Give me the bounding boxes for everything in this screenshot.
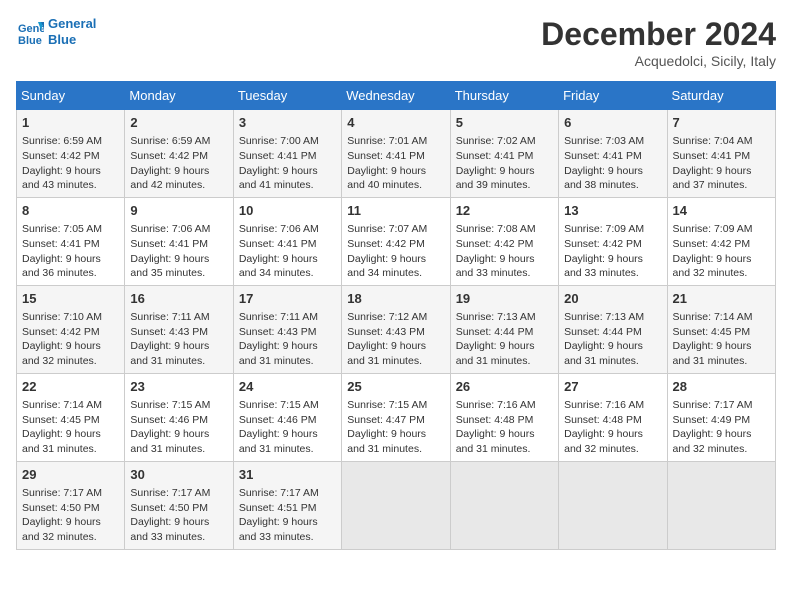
calendar-table: Sunday Monday Tuesday Wednesday Thursday… (16, 81, 776, 550)
table-row (450, 461, 558, 549)
table-row: 1Sunrise: 6:59 AMSunset: 4:42 PMDaylight… (17, 110, 125, 198)
day-number: 18 (347, 290, 444, 308)
day-number: 10 (239, 202, 336, 220)
day-number: 28 (673, 378, 770, 396)
calendar-week-row: 29Sunrise: 7:17 AMSunset: 4:50 PMDayligh… (17, 461, 776, 549)
logo-icon: General Blue (16, 18, 44, 46)
day-number: 25 (347, 378, 444, 396)
svg-text:Blue: Blue (18, 35, 42, 46)
table-row: 25Sunrise: 7:15 AMSunset: 4:47 PMDayligh… (342, 373, 450, 461)
table-row: 14Sunrise: 7:09 AMSunset: 4:42 PMDayligh… (667, 197, 775, 285)
day-number: 19 (456, 290, 553, 308)
table-row: 20Sunrise: 7:13 AMSunset: 4:44 PMDayligh… (559, 285, 667, 373)
day-number: 29 (22, 466, 119, 484)
day-number: 6 (564, 114, 661, 132)
calendar-week-row: 15Sunrise: 7:10 AMSunset: 4:42 PMDayligh… (17, 285, 776, 373)
day-number: 7 (673, 114, 770, 132)
table-row: 13Sunrise: 7:09 AMSunset: 4:42 PMDayligh… (559, 197, 667, 285)
day-number: 23 (130, 378, 227, 396)
day-number: 21 (673, 290, 770, 308)
table-row: 24Sunrise: 7:15 AMSunset: 4:46 PMDayligh… (233, 373, 341, 461)
table-row (667, 461, 775, 549)
day-number: 26 (456, 378, 553, 396)
day-number: 16 (130, 290, 227, 308)
table-row: 17Sunrise: 7:11 AMSunset: 4:43 PMDayligh… (233, 285, 341, 373)
col-friday: Friday (559, 82, 667, 110)
logo: General Blue General Blue (16, 16, 96, 47)
col-wednesday: Wednesday (342, 82, 450, 110)
table-row (559, 461, 667, 549)
day-number: 15 (22, 290, 119, 308)
table-row: 15Sunrise: 7:10 AMSunset: 4:42 PMDayligh… (17, 285, 125, 373)
day-number: 13 (564, 202, 661, 220)
table-row: 7Sunrise: 7:04 AMSunset: 4:41 PMDaylight… (667, 110, 775, 198)
table-row: 19Sunrise: 7:13 AMSunset: 4:44 PMDayligh… (450, 285, 558, 373)
day-number: 30 (130, 466, 227, 484)
table-row (342, 461, 450, 549)
title-block: December 2024 Acquedolci, Sicily, Italy (541, 16, 776, 69)
table-row: 22Sunrise: 7:14 AMSunset: 4:45 PMDayligh… (17, 373, 125, 461)
day-number: 1 (22, 114, 119, 132)
table-row: 16Sunrise: 7:11 AMSunset: 4:43 PMDayligh… (125, 285, 233, 373)
day-number: 27 (564, 378, 661, 396)
location-subtitle: Acquedolci, Sicily, Italy (541, 53, 776, 69)
table-row: 5Sunrise: 7:02 AMSunset: 4:41 PMDaylight… (450, 110, 558, 198)
table-row: 23Sunrise: 7:15 AMSunset: 4:46 PMDayligh… (125, 373, 233, 461)
table-row: 28Sunrise: 7:17 AMSunset: 4:49 PMDayligh… (667, 373, 775, 461)
col-monday: Monday (125, 82, 233, 110)
day-number: 20 (564, 290, 661, 308)
table-row: 18Sunrise: 7:12 AMSunset: 4:43 PMDayligh… (342, 285, 450, 373)
table-row: 4Sunrise: 7:01 AMSunset: 4:41 PMDaylight… (342, 110, 450, 198)
table-row: 30Sunrise: 7:17 AMSunset: 4:50 PMDayligh… (125, 461, 233, 549)
day-number: 17 (239, 290, 336, 308)
calendar-week-row: 1Sunrise: 6:59 AMSunset: 4:42 PMDaylight… (17, 110, 776, 198)
table-row: 12Sunrise: 7:08 AMSunset: 4:42 PMDayligh… (450, 197, 558, 285)
table-row: 9Sunrise: 7:06 AMSunset: 4:41 PMDaylight… (125, 197, 233, 285)
table-row: 6Sunrise: 7:03 AMSunset: 4:41 PMDaylight… (559, 110, 667, 198)
month-title: December 2024 (541, 16, 776, 53)
day-number: 4 (347, 114, 444, 132)
table-row: 31Sunrise: 7:17 AMSunset: 4:51 PMDayligh… (233, 461, 341, 549)
calendar-week-row: 22Sunrise: 7:14 AMSunset: 4:45 PMDayligh… (17, 373, 776, 461)
day-number: 5 (456, 114, 553, 132)
day-number: 14 (673, 202, 770, 220)
day-number: 8 (22, 202, 119, 220)
day-number: 9 (130, 202, 227, 220)
table-row: 21Sunrise: 7:14 AMSunset: 4:45 PMDayligh… (667, 285, 775, 373)
col-tuesday: Tuesday (233, 82, 341, 110)
col-saturday: Saturday (667, 82, 775, 110)
table-row: 10Sunrise: 7:06 AMSunset: 4:41 PMDayligh… (233, 197, 341, 285)
day-number: 22 (22, 378, 119, 396)
day-number: 12 (456, 202, 553, 220)
day-number: 2 (130, 114, 227, 132)
table-row: 26Sunrise: 7:16 AMSunset: 4:48 PMDayligh… (450, 373, 558, 461)
col-thursday: Thursday (450, 82, 558, 110)
day-number: 11 (347, 202, 444, 220)
table-row: 29Sunrise: 7:17 AMSunset: 4:50 PMDayligh… (17, 461, 125, 549)
header-row: Sunday Monday Tuesday Wednesday Thursday… (17, 82, 776, 110)
calendar-week-row: 8Sunrise: 7:05 AMSunset: 4:41 PMDaylight… (17, 197, 776, 285)
table-row: 8Sunrise: 7:05 AMSunset: 4:41 PMDaylight… (17, 197, 125, 285)
table-row: 2Sunrise: 6:59 AMSunset: 4:42 PMDaylight… (125, 110, 233, 198)
col-sunday: Sunday (17, 82, 125, 110)
table-row: 3Sunrise: 7:00 AMSunset: 4:41 PMDaylight… (233, 110, 341, 198)
table-row: 27Sunrise: 7:16 AMSunset: 4:48 PMDayligh… (559, 373, 667, 461)
logo-text: General Blue (48, 16, 96, 47)
day-number: 3 (239, 114, 336, 132)
day-number: 24 (239, 378, 336, 396)
day-number: 31 (239, 466, 336, 484)
table-row: 11Sunrise: 7:07 AMSunset: 4:42 PMDayligh… (342, 197, 450, 285)
page-header: General Blue General Blue December 2024 … (16, 16, 776, 69)
